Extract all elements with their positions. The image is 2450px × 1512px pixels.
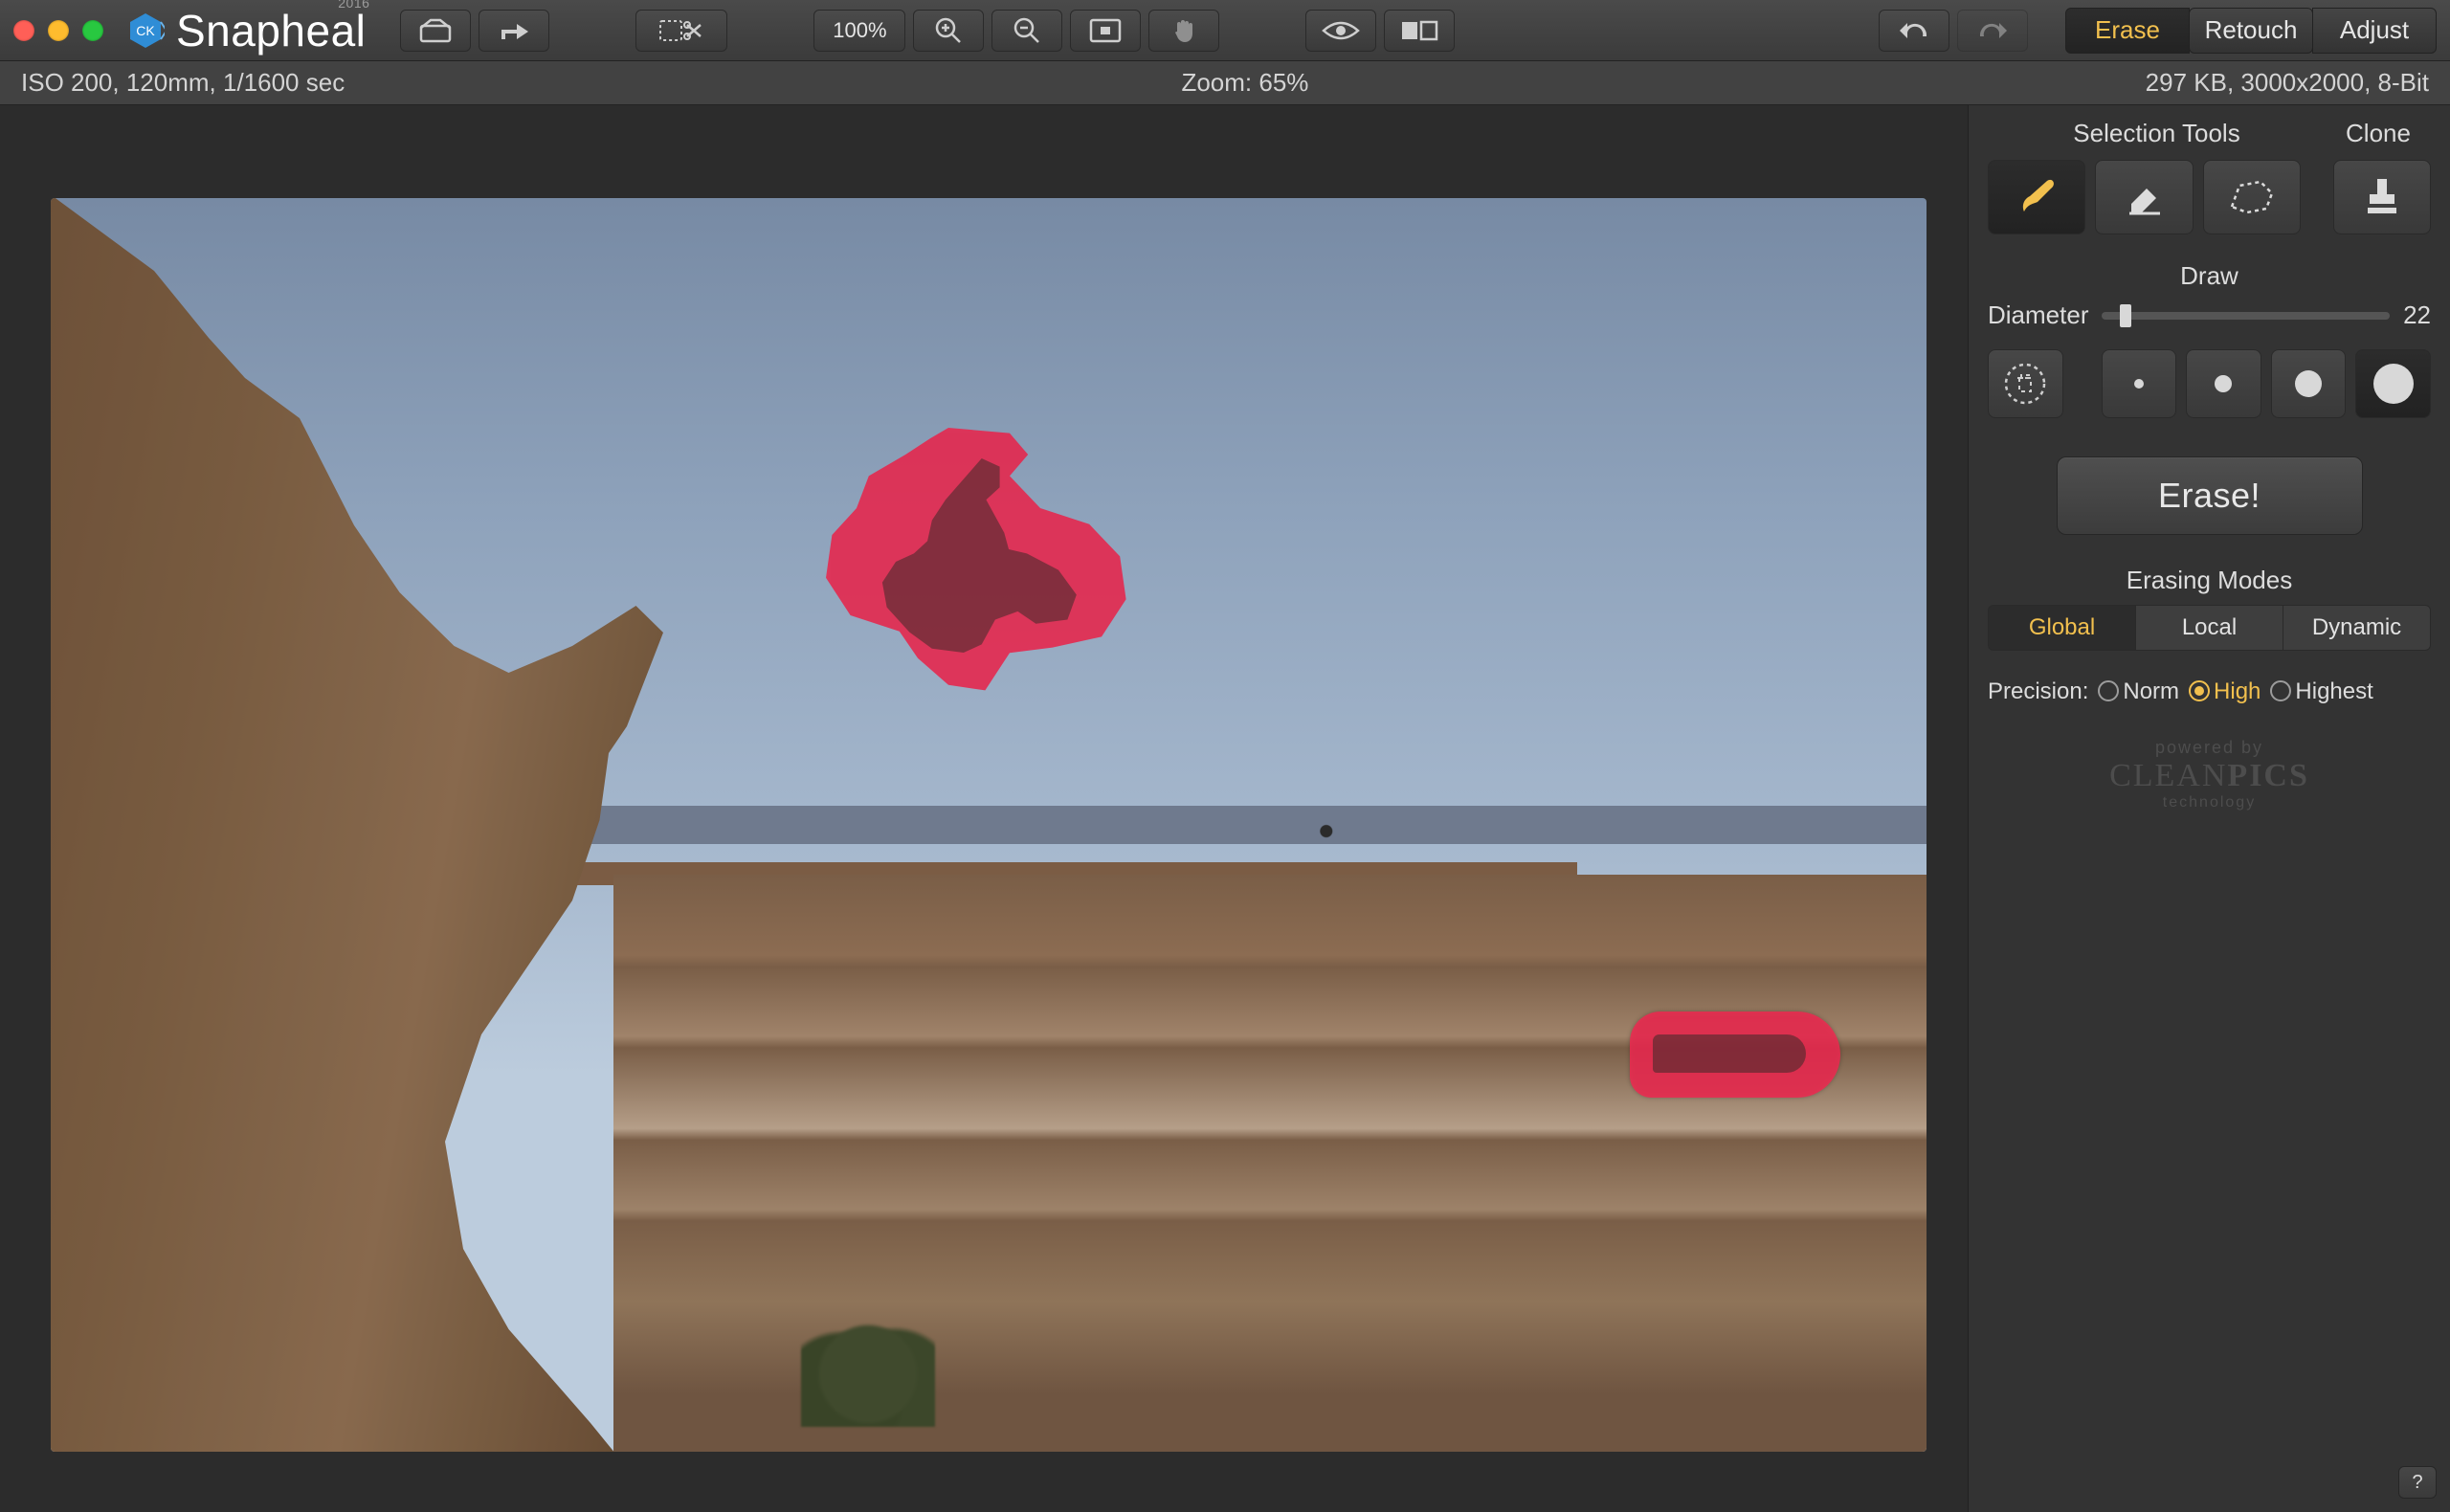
help-button[interactable]: ? [2398, 1466, 2437, 1499]
erasing-modes-segmented: Global Local Dynamic [1988, 605, 2431, 651]
window-minimize-button[interactable] [48, 20, 69, 41]
share-arrow-icon [498, 18, 530, 43]
fit-screen-button[interactable] [1070, 10, 1141, 52]
app-brand: CK Snapheal 2016 [126, 5, 366, 56]
stamp-icon [2362, 173, 2402, 221]
compare-button[interactable] [1384, 10, 1455, 52]
app-name: Snapheal 2016 [176, 5, 366, 56]
dot-icon [2295, 370, 2322, 397]
zoom-out-icon [1013, 16, 1041, 45]
mode-tab-erase[interactable]: Erase [2065, 8, 2190, 54]
erasing-mode-local[interactable]: Local [2136, 606, 2283, 650]
precision-norm[interactable]: Norm [2098, 678, 2179, 705]
eraser-icon [2122, 175, 2166, 219]
app-year: 2016 [338, 0, 369, 11]
window-close-button[interactable] [13, 20, 34, 41]
crop-button[interactable] [635, 10, 727, 52]
clear-selection[interactable] [1988, 349, 2063, 418]
clone-stamp-tool[interactable] [2333, 160, 2431, 234]
powered-by: powered by CLEANPICS technology [2109, 738, 2309, 812]
diameter-slider-thumb[interactable] [2120, 304, 2131, 327]
zoom-in-icon [934, 16, 963, 45]
lasso-tool[interactable] [2203, 160, 2301, 234]
share-button[interactable] [479, 10, 549, 52]
eraser-tool[interactable] [2095, 160, 2193, 234]
lasso-icon [2228, 178, 2276, 216]
precision-highest[interactable]: Highest [2270, 678, 2372, 705]
diameter-label: Diameter [1988, 300, 2088, 330]
open-button[interactable] [400, 10, 471, 52]
fit-screen-icon [1089, 18, 1122, 43]
precision-label: Precision: [1988, 678, 2088, 705]
hand-pan-icon [1169, 16, 1198, 45]
diameter-value: 22 [2403, 300, 2431, 330]
app-badge-text: CK [136, 23, 155, 38]
undo-arrow-icon [1898, 19, 1930, 42]
canvas-area [0, 105, 1968, 1512]
precision-row: Precision: Norm High Highest [1988, 678, 2431, 705]
brush-tool[interactable] [1988, 160, 2085, 234]
mode-tabs: Erase Retouch Adjust [2066, 8, 2437, 54]
radio-icon [2270, 680, 2291, 701]
brush-icon [2015, 175, 2059, 219]
preview-button[interactable] [1305, 10, 1376, 52]
dot-icon [2215, 375, 2232, 392]
hand-pan-button[interactable] [1148, 10, 1219, 52]
zoom-info: Zoom: 65% [345, 68, 2145, 98]
image-infobar: ISO 200, 120mm, 1/1600 sec Zoom: 65% 297… [0, 61, 2450, 105]
compare-split-icon [1400, 19, 1438, 42]
diameter-slider[interactable] [2102, 312, 2390, 320]
window-zoom-button[interactable] [82, 20, 103, 41]
brush-size-md[interactable] [2271, 349, 2347, 418]
box-open-icon [419, 18, 452, 43]
eye-preview-icon [1322, 19, 1360, 42]
precision-high[interactable]: High [2189, 678, 2261, 705]
window-titlebar: CK Snapheal 2016 100% [0, 0, 2450, 61]
exif-info: ISO 200, 120mm, 1/1600 sec [21, 68, 345, 98]
erase-button[interactable]: Erase! [2057, 456, 2363, 535]
dot-icon [2134, 379, 2144, 389]
brush-size-xs[interactable] [2102, 349, 2177, 418]
clone-heading: Clone [2326, 119, 2431, 148]
undo-button[interactable] [1879, 10, 1949, 52]
dot-icon [2373, 364, 2414, 404]
image-canvas[interactable] [51, 198, 1927, 1452]
brush-size-sm[interactable] [2186, 349, 2261, 418]
zoom-out-button[interactable] [991, 10, 1062, 52]
trash-dashed-icon [2002, 361, 2048, 407]
right-panel: Selection Tools Clone Draw Diameter [1968, 105, 2450, 1512]
erasing-mode-global[interactable]: Global [1989, 606, 2136, 650]
photo-bush [801, 1322, 935, 1427]
mode-tab-retouch[interactable]: Retouch [2189, 8, 2313, 54]
image-info: 297 KB, 3000x2000, 8-Bit [2146, 68, 2429, 98]
zoom-in-button[interactable] [913, 10, 984, 52]
zoom-percent-button[interactable]: 100% [813, 10, 905, 52]
draw-heading: Draw [1988, 261, 2431, 291]
brush-size-lg[interactable] [2355, 349, 2431, 418]
mode-tab-adjust[interactable]: Adjust [2312, 8, 2437, 54]
selection-tools-heading: Selection Tools [1988, 119, 2326, 148]
window-traffic-lights [13, 20, 103, 41]
redo-arrow-icon [1976, 19, 2009, 42]
erasing-mode-dynamic[interactable]: Dynamic [2283, 606, 2430, 650]
redo-button[interactable] [1957, 10, 2028, 52]
crop-scissors-icon [658, 17, 704, 44]
app-logo-icon: CK [126, 11, 165, 50]
radio-icon [2098, 680, 2119, 701]
radio-icon [2189, 680, 2210, 701]
erasing-modes-heading: Erasing Modes [1988, 566, 2431, 595]
photo-helicopter-silhouette [1653, 1034, 1806, 1073]
